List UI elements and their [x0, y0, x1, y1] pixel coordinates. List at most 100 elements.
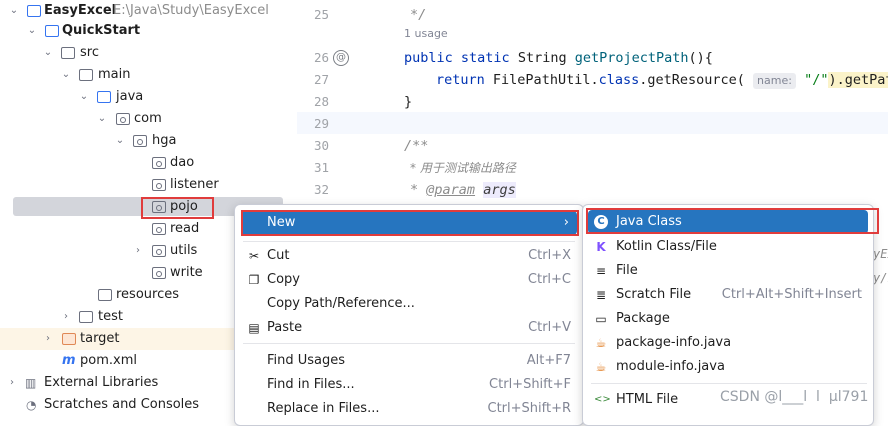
menu-shortcut: Alt+F7	[526, 353, 571, 368]
chevron-down-icon[interactable]: ⌄	[42, 42, 54, 64]
menu-item-label: package-info.java	[616, 335, 732, 350]
line-number: 25	[313, 7, 329, 22]
submenu-item-package-info[interactable]: ☕ package-info.java	[588, 331, 868, 355]
kotlin-icon: K	[596, 240, 606, 254]
line-number: 27	[313, 72, 329, 87]
maven-icon: m	[62, 353, 76, 368]
chevron-right-icon[interactable]: ›	[132, 240, 144, 262]
code-comment: */	[410, 7, 427, 23]
java-file-icon: ☕	[595, 336, 607, 350]
watermark-text: CSDN @l___l l µl791	[720, 389, 869, 405]
code-keyword: return	[436, 72, 485, 88]
chevron-down-icon[interactable]: ⌄	[8, 0, 20, 22]
scissors-icon: ✂	[248, 249, 260, 263]
tree-item-project-root[interactable]: ⌄ EasyExcel E:\Java\Study\EasyExcel	[0, 0, 297, 22]
module-folder-icon	[27, 5, 41, 17]
code-method: getProjectPath	[574, 50, 689, 66]
library-icon: ▥	[25, 376, 37, 390]
chevron-down-icon[interactable]: ⌄	[114, 130, 126, 152]
paste-icon: ▤	[248, 321, 260, 335]
line-number: 26	[313, 50, 329, 65]
submenu-item-file[interactable]: ≡ File	[588, 259, 868, 283]
code-brace: }	[404, 94, 413, 110]
menu-item-label: Paste	[267, 320, 303, 335]
chevron-down-icon[interactable]: ⌄	[60, 64, 72, 86]
package-icon	[133, 135, 147, 147]
code-overflow-text: yEx	[873, 247, 888, 261]
line-number: 32	[313, 182, 329, 197]
tree-item-label: hga	[152, 133, 177, 148]
menu-item-label: Copy Path/Reference...	[267, 296, 415, 311]
tree-item-label: QuickStart	[62, 23, 141, 38]
menu-item-label: module-info.java	[616, 359, 725, 374]
menu-item-label: Kotlin Class/File	[616, 239, 717, 254]
copy-icon: ❐	[248, 273, 260, 287]
folder-icon	[79, 311, 93, 323]
code-keyword: public static	[404, 50, 510, 66]
html-icon: <>	[594, 394, 611, 405]
tree-item-main[interactable]: ⌄ main	[0, 64, 297, 86]
menu-item-copy[interactable]: ❐ Copy Ctrl+C	[241, 268, 577, 292]
menu-item-paste[interactable]: ▤ Paste Ctrl+V	[241, 316, 577, 340]
menu-item-label: Find in Files...	[267, 377, 355, 392]
submenu-item-module-info[interactable]: ☕ module-info.java	[588, 355, 868, 379]
menu-item-label: File	[616, 263, 638, 278]
tree-item-label: Scratches and Consoles	[44, 397, 200, 412]
project-path: E:\Java\Study\EasyExcel	[113, 3, 269, 18]
package-icon	[152, 245, 166, 257]
menu-item-replace-in-files[interactable]: Replace in Files... Ctrl+Shift+R	[241, 397, 577, 421]
menu-item-find-usages[interactable]: Find Usages Alt+F7	[241, 349, 577, 373]
tree-item-label: test	[98, 309, 123, 324]
current-line-highlight	[297, 112, 888, 134]
tree-item-label: utils	[170, 243, 198, 258]
menu-shortcut: Ctrl+Shift+R	[487, 401, 572, 416]
tree-item-label: read	[170, 221, 200, 236]
chevron-down-icon[interactable]: ⌄	[26, 20, 38, 42]
source-folder-icon	[97, 91, 111, 103]
excluded-folder-icon	[62, 333, 76, 345]
tree-item-java[interactable]: ⌄ java	[0, 86, 297, 108]
tree-item-label: listener	[170, 177, 219, 192]
code-line-32: * @param args	[410, 182, 516, 198]
tree-item-label: com	[134, 111, 162, 126]
code-call: ).getPath(	[828, 72, 888, 88]
tree-item-listener[interactable]: listener	[0, 174, 297, 196]
tree-item-hga[interactable]: ⌄ hga	[0, 130, 297, 152]
tree-item-label: java	[116, 89, 144, 104]
menu-item-label: Cut	[267, 248, 290, 263]
menu-shortcut: Ctrl+X	[528, 248, 571, 263]
menu-separator	[243, 343, 575, 344]
submenu-item-package[interactable]: ▭ Package	[588, 307, 868, 331]
menu-shortcut: Ctrl+Alt+Shift+Insert	[721, 287, 862, 302]
override-marker-icon[interactable]: @	[333, 50, 349, 66]
tree-item-label: External Libraries	[44, 375, 159, 390]
java-file-icon: ☕	[595, 360, 607, 374]
menu-item-copy-path[interactable]: Copy Path/Reference...	[241, 292, 577, 316]
line-number: 30	[313, 138, 329, 153]
usage-hint[interactable]: 1 usage	[404, 27, 448, 40]
code-punct: (){	[688, 50, 713, 66]
chevron-right-icon[interactable]: ›	[42, 328, 54, 350]
menu-item-label: Replace in Files...	[267, 401, 380, 416]
code-overflow-text: y/E	[873, 271, 888, 285]
chevron-right-icon[interactable]: ›	[60, 306, 72, 328]
chevron-down-icon[interactable]: ⌄	[78, 86, 90, 108]
tree-item-quickstart[interactable]: ⌄ QuickStart	[0, 20, 297, 42]
menu-item-cut[interactable]: ✂ Cut Ctrl+X	[241, 244, 577, 268]
submenu-item-kotlin-class[interactable]: K Kotlin Class/File	[588, 235, 868, 259]
code-string: "/"	[804, 72, 829, 88]
tree-item-dao[interactable]: dao	[0, 152, 297, 174]
menu-item-find-in-files[interactable]: Find in Files... Ctrl+Shift+F	[241, 373, 577, 397]
menu-shortcut: Ctrl+C	[527, 272, 571, 287]
chevron-right-icon[interactable]: ›	[6, 372, 18, 394]
tree-item-label: target	[80, 331, 120, 346]
submenu-item-scratch-file[interactable]: ≣ Scratch File Ctrl+Alt+Shift+Insert	[588, 283, 868, 307]
file-icon: ≡	[595, 264, 607, 278]
tree-item-label: resources	[116, 287, 180, 302]
tree-item-com[interactable]: ⌄ com	[0, 108, 297, 130]
scratches-icon: ◔	[26, 398, 37, 412]
menu-item-label: Copy	[267, 272, 300, 287]
tree-item-src[interactable]: ⌄ src	[0, 42, 297, 64]
tree-item-label: write	[170, 265, 203, 280]
chevron-down-icon[interactable]: ⌄	[96, 108, 108, 130]
